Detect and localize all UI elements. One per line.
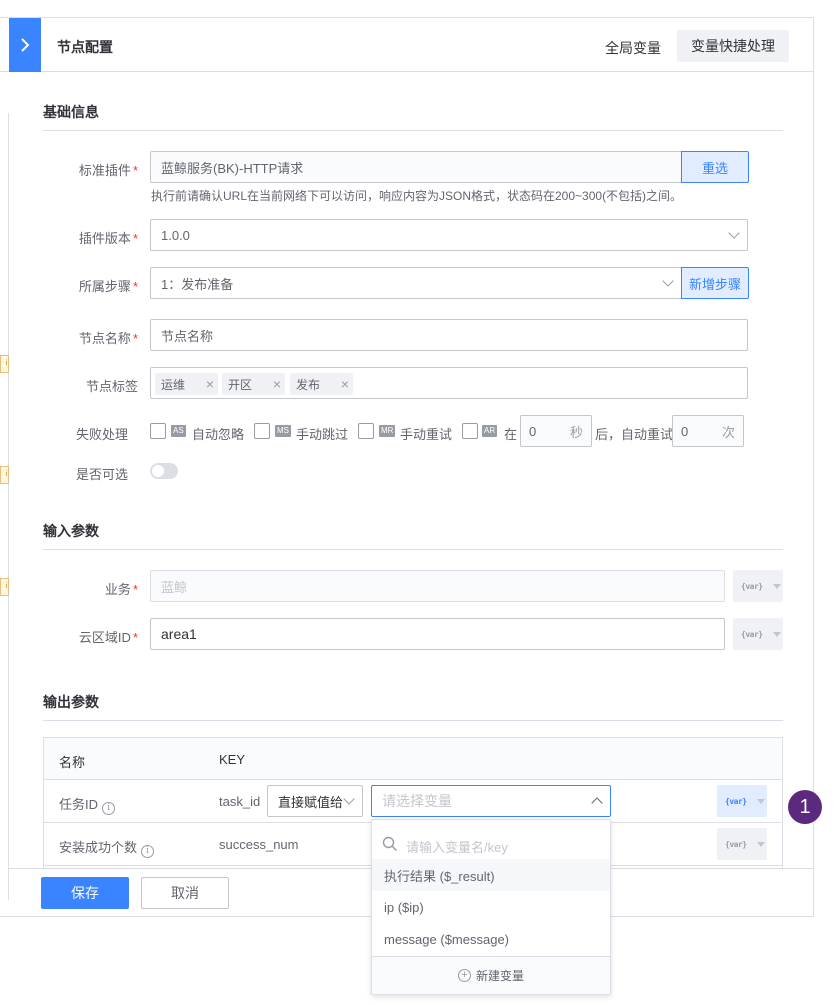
plugin-field: 蓝鲸服务(BK)-HTTP请求 [150, 151, 682, 183]
node-config-panel: 节点配置 全局变量 变量快捷处理 i i i 基础信息 标准插件 * 蓝鲸服务(B… [0, 17, 814, 917]
page-title: 节点配置 [57, 39, 113, 55]
auto-ignore-label: 自动忽略 [192, 427, 245, 442]
version-label: 插件版本 * [78, 231, 138, 246]
optional-switch[interactable] [150, 463, 178, 479]
step-select[interactable]: 1：发布准备 [150, 267, 682, 299]
tag-item: 开区 × [222, 373, 285, 395]
node-name-label: 节点名称 * [78, 331, 138, 346]
collapse-button[interactable] [9, 18, 41, 72]
close-icon[interactable]: × [273, 376, 281, 392]
variable-select[interactable]: 请选择变量 [371, 785, 611, 817]
manual-skip-label: 手动跳过 [296, 427, 349, 442]
caret-down-icon [756, 798, 765, 804]
auto-ignore-checkbox[interactable] [150, 423, 166, 439]
plugin-hint: 执行前请确认URL在当前网络下可以访问，响应内容为JSON格式，状态码在200~… [151, 189, 683, 203]
close-icon[interactable]: × [206, 376, 214, 392]
cloud-input[interactable]: area1 [150, 618, 725, 650]
tag-item: 运维 × [155, 373, 218, 395]
version-select[interactable]: 1.0.0 [150, 219, 748, 251]
var-icon: {var} [725, 796, 747, 806]
var-toggle-button[interactable]: {var} [733, 618, 783, 650]
chevron-down-icon [662, 275, 674, 287]
divider [43, 549, 783, 550]
auto-retry-text: 后，自动重试 [595, 427, 674, 442]
manual-retry-label: 手动重试 [400, 427, 453, 442]
switch-knob [152, 465, 164, 477]
tag-item: 发布 × [290, 373, 353, 395]
quick-var-button[interactable]: 变量快捷处理 [677, 30, 789, 62]
section-title-basic: 基础信息 [43, 104, 99, 120]
cloud-label: 云区域ID * [78, 630, 138, 645]
dropdown-search[interactable]: 请输入变量名/key [380, 828, 604, 860]
assign-mode-select[interactable]: 直接赋值给 [267, 785, 363, 817]
divider [43, 720, 783, 721]
add-step-button[interactable]: 新增步骤 [681, 267, 749, 299]
dropdown-option[interactable]: ip ($ip) [372, 891, 610, 923]
failure-label: 失败处理 [75, 427, 128, 442]
row-key: task_id [219, 794, 261, 809]
badge-ms: MS [275, 425, 291, 437]
cancel-button[interactable]: 取消 [141, 877, 229, 909]
var-icon: {var} [741, 581, 763, 591]
node-edge-marker: i [0, 355, 9, 373]
row-key: success_num [219, 837, 299, 852]
auto-retry-label: 在 [504, 427, 518, 442]
badge-mr: MR [379, 425, 396, 437]
dropdown-search-placeholder: 请输入变量名/key [406, 840, 508, 855]
info-icon[interactable]: i [141, 845, 155, 858]
reselect-button[interactable]: 重选 [681, 151, 749, 183]
retry-times-input[interactable]: 0次 [672, 415, 744, 447]
close-icon[interactable]: × [341, 376, 349, 392]
plugin-label: 标准插件 * [78, 163, 138, 178]
step-marker: 1 [788, 790, 822, 824]
business-label: 业务 * [104, 582, 138, 597]
variable-dropdown: 请输入变量名/key 执行结果 ($_result) ip ($ip) mess… [371, 819, 611, 995]
manual-skip-checkbox[interactable] [254, 423, 270, 439]
panel-header: 节点配置 全局变量 变量快捷处理 [0, 18, 813, 72]
chevron-right-icon [21, 38, 30, 52]
retry-seconds-input[interactable]: 0秒 [520, 415, 592, 447]
var-toggle-button[interactable]: {var} [717, 785, 767, 817]
caret-down-icon [756, 841, 765, 847]
manual-retry-checkbox[interactable] [358, 423, 374, 439]
divider [43, 130, 783, 131]
search-icon [382, 836, 397, 851]
row-name: 安装成功个数 i [59, 837, 155, 858]
chevron-up-icon [591, 797, 603, 809]
column-header-key: KEY [219, 752, 246, 767]
var-icon: {var} [725, 839, 747, 849]
chevron-down-icon [728, 227, 740, 239]
info-icon[interactable]: i [102, 802, 116, 815]
auto-retry-checkbox[interactable] [462, 423, 478, 439]
var-icon: {var} [741, 629, 763, 639]
badge-as: AS [171, 425, 186, 437]
section-title-output: 输出参数 [43, 694, 99, 710]
step-label: 所属步骤 * [78, 279, 138, 294]
optional-label: 是否可选 [75, 467, 128, 482]
save-button[interactable]: 保存 [41, 877, 129, 909]
table-header: 名称 KEY [44, 738, 782, 780]
plus-icon: + [457, 969, 471, 982]
dropdown-option[interactable]: message ($message) [372, 923, 610, 955]
dropdown-option[interactable]: 执行结果 ($_result) [372, 859, 610, 891]
new-variable-button[interactable]: + 新建变量 [372, 956, 610, 994]
var-toggle-button[interactable]: {var} [717, 828, 767, 860]
var-toggle-button[interactable]: {var} [733, 570, 783, 602]
column-header-name: 名称 [59, 755, 86, 770]
section-title-input: 输入参数 [43, 523, 99, 539]
table-row: 任务ID i task_id 直接赋值给 请选择变量 {var} [44, 780, 782, 823]
tags-label: 节点标签 [85, 379, 138, 394]
tags-input[interactable]: 运维 × 开区 × 发布 × [150, 367, 748, 399]
node-name-input[interactable]: 节点名称 [150, 319, 748, 351]
global-vars-link[interactable]: 全局变量 [605, 38, 661, 58]
badge-ar: AR [482, 425, 498, 437]
row-name: 任务ID i [59, 794, 116, 815]
caret-down-icon [772, 583, 781, 589]
business-input: 蓝鲸 [150, 570, 725, 602]
chevron-down-icon [343, 793, 355, 805]
caret-down-icon [772, 631, 781, 637]
